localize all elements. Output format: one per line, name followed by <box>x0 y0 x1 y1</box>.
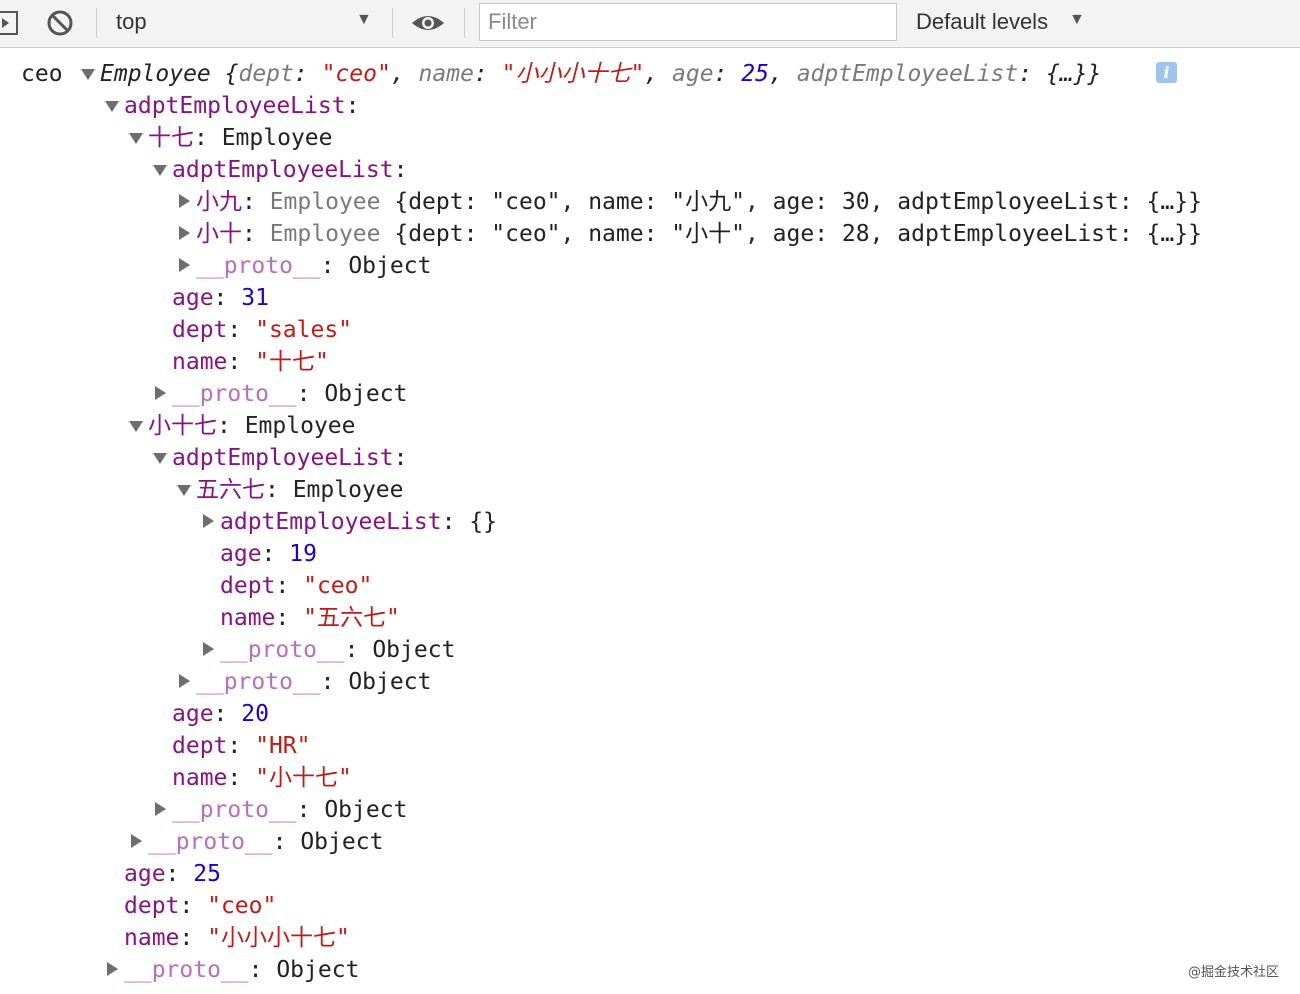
property-row: name: "小十七" <box>172 765 352 791</box>
context-selector[interactable]: top <box>116 9 147 35</box>
sidebar-toggle-icon[interactable] <box>0 11 18 35</box>
property-row[interactable]: 小十: Employee {dept: "ceo", name: "小十", a… <box>196 218 1202 250</box>
expand-toggle-icon[interactable] <box>129 133 143 144</box>
property-row[interactable]: __proto__: Object <box>148 826 383 858</box>
log-source-label: ceo <box>21 61 63 87</box>
expand-toggle-icon[interactable] <box>203 642 214 656</box>
property-row: name: "五六七" <box>220 605 400 631</box>
property-row[interactable]: __proto__: Object <box>172 378 407 410</box>
property-row[interactable]: __proto__: Object <box>124 954 359 986</box>
log-levels-dropdown[interactable]: Default levels <box>916 9 1048 35</box>
expand-toggle-icon[interactable] <box>155 386 166 400</box>
property-row[interactable]: 十七: Employee <box>148 122 332 154</box>
expand-toggle-icon[interactable] <box>153 165 167 176</box>
info-badge-icon[interactable]: i <box>1156 62 1177 83</box>
property-row: age: 19 <box>220 541 317 567</box>
dropdown-arrow-icon[interactable]: ▼ <box>356 11 372 29</box>
property-row[interactable]: adptEmployeeList: <box>124 90 359 122</box>
toolbar-divider <box>392 8 393 38</box>
expand-toggle-icon[interactable] <box>179 674 190 688</box>
expand-toggle-icon[interactable] <box>107 962 118 976</box>
filter-input[interactable]: Filter <box>479 3 897 41</box>
expand-toggle-icon[interactable] <box>179 226 190 240</box>
property-row: age: 25 <box>124 861 221 887</box>
expand-toggle-icon[interactable] <box>131 834 142 848</box>
property-row[interactable]: adptEmployeeList: <box>172 154 407 186</box>
property-row[interactable]: __proto__: Object <box>196 666 431 698</box>
property-row[interactable]: __proto__: Object <box>196 250 431 282</box>
property-row[interactable]: 五六七: Employee <box>196 474 403 506</box>
object-summary[interactable]: Employee {dept: "ceo", name: "小小小十七", ag… <box>100 58 1101 90</box>
expand-toggle-icon[interactable] <box>155 802 166 816</box>
property-row[interactable]: __proto__: Object <box>220 634 455 666</box>
property-row[interactable]: 小九: Employee {dept: "ceo", name: "小九", a… <box>196 186 1202 218</box>
expand-toggle-icon[interactable] <box>177 485 191 496</box>
chevron-down-icon[interactable]: ▼ <box>1069 11 1085 29</box>
expand-toggle-icon[interactable] <box>129 421 143 432</box>
property-row: dept: "ceo" <box>220 573 373 599</box>
console-toolbar: top ▼ Filter Default levels ▼ <box>0 0 1300 48</box>
watermark: @掘金技术社区 <box>1188 965 1280 980</box>
expand-toggle-icon[interactable] <box>81 69 95 80</box>
clear-console-icon[interactable] <box>46 9 74 37</box>
toolbar-divider <box>464 8 465 38</box>
toolbar-divider <box>96 8 97 38</box>
property-row[interactable]: adptEmployeeList: <box>172 442 407 474</box>
expand-toggle-icon[interactable] <box>179 258 190 272</box>
property-row: age: 20 <box>172 701 269 727</box>
property-row: dept: "HR" <box>172 733 311 759</box>
property-row: age: 31 <box>172 285 269 311</box>
property-row: dept: "sales" <box>172 317 353 343</box>
expand-toggle-icon[interactable] <box>203 514 214 528</box>
property-row: name: "小小小十七" <box>124 925 350 951</box>
expand-toggle-icon[interactable] <box>153 453 167 464</box>
property-row[interactable]: adptEmployeeList: {} <box>220 506 497 538</box>
eye-icon[interactable] <box>410 12 446 34</box>
property-row: dept: "ceo" <box>124 893 277 919</box>
property-row: name: "十七" <box>172 349 329 375</box>
property-row[interactable]: __proto__: Object <box>172 794 407 826</box>
property-row[interactable]: 小十七: Employee <box>148 410 355 442</box>
expand-toggle-icon[interactable] <box>105 101 119 112</box>
expand-toggle-icon[interactable] <box>179 194 190 208</box>
